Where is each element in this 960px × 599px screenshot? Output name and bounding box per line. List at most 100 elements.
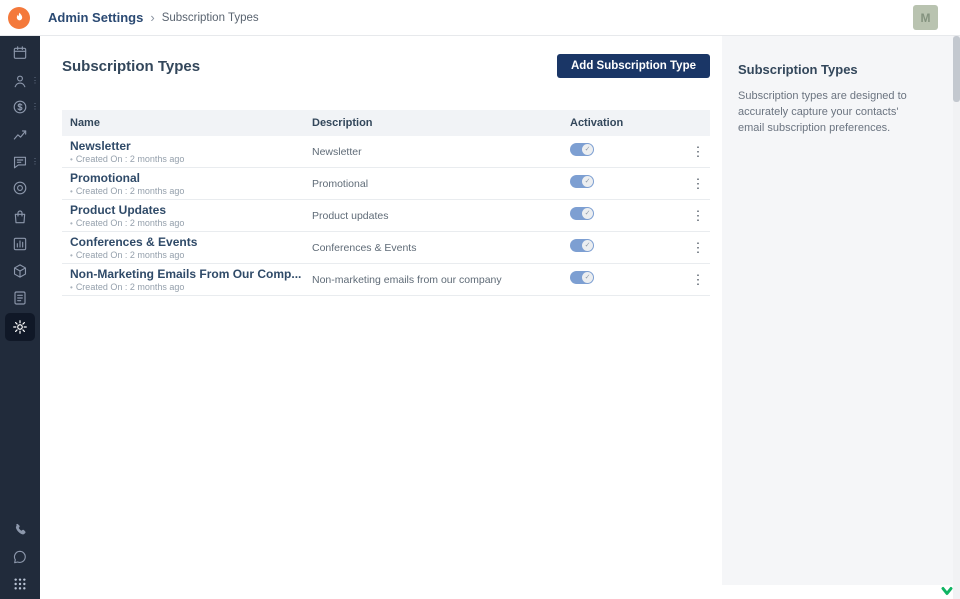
activation-toggle[interactable]: ✓	[570, 175, 594, 188]
scrollbar-thumb[interactable]	[953, 36, 960, 102]
contacts-overflow-icon[interactable]: ⋮	[31, 73, 39, 89]
breadcrumb: Admin Settings › Subscription Types	[48, 10, 259, 25]
bullet-icon: •	[70, 283, 73, 292]
sidebar-item-phone[interactable]	[7, 517, 33, 543]
app-logo[interactable]	[8, 7, 30, 29]
target-icon	[12, 180, 28, 196]
sidebar-item-package[interactable]	[7, 258, 33, 284]
name-cell: Product Updates •Created On : 2 months a…	[62, 203, 312, 228]
chat-lines-icon	[12, 154, 28, 170]
conversations-overflow-icon[interactable]: ⋮	[31, 154, 39, 170]
subscription-types-table: Name Description Activation Newsletter •…	[62, 110, 710, 296]
activation-cell: ✓	[570, 239, 686, 257]
chevron-right-icon: ›	[150, 10, 154, 25]
subscription-description: Newsletter	[312, 146, 570, 158]
apps-grid-icon	[12, 576, 28, 592]
deals-overflow-icon[interactable]: ⋮	[31, 99, 39, 115]
app-root: Admin Settings › Subscription Types M ⋮ …	[0, 0, 960, 599]
info-panel-description: Subscription types are designed to accur…	[738, 89, 927, 137]
cube-icon	[12, 263, 28, 279]
info-panel: Subscription Types Subscription types ar…	[722, 36, 953, 585]
subscription-name-link[interactable]: Conferences & Events	[70, 235, 312, 249]
created-on: •Created On : 2 months ago	[70, 218, 312, 228]
add-subscription-type-button[interactable]: Add Subscription Type	[557, 54, 710, 78]
name-cell: Non-Marketing Emails From Our Comp... •C…	[62, 267, 312, 292]
sidebar-item-reports[interactable]	[7, 231, 33, 257]
kebab-menu-button[interactable]: ⋮	[688, 176, 709, 192]
sidebar-item-chat[interactable]	[7, 544, 33, 570]
sidebar-item-contacts[interactable]	[7, 68, 33, 94]
subscription-description: Product updates	[312, 210, 570, 222]
sidebar-item-deals[interactable]	[7, 94, 33, 120]
column-header-activation: Activation	[570, 117, 686, 129]
created-on: •Created On : 2 months ago	[70, 282, 312, 292]
sidebar-item-apps[interactable]	[7, 571, 33, 597]
chevron-down-icon	[940, 584, 954, 598]
sidebar-item-calendar[interactable]	[7, 40, 33, 66]
name-cell: Promotional •Created On : 2 months ago	[62, 171, 312, 196]
created-on: •Created On : 2 months ago	[70, 250, 312, 260]
activation-toggle[interactable]: ✓	[570, 271, 594, 284]
chat-bubble-icon	[12, 549, 28, 565]
contacts-icon	[12, 73, 28, 89]
calendar-icon	[12, 45, 28, 61]
toggle-check-icon: ✓	[582, 240, 593, 251]
activation-toggle[interactable]: ✓	[570, 207, 594, 220]
gear-icon	[12, 319, 28, 335]
subscription-name-link[interactable]: Non-Marketing Emails From Our Comp...	[70, 267, 312, 281]
info-panel-title: Subscription Types	[738, 62, 927, 77]
subscription-name-link[interactable]: Newsletter	[70, 139, 312, 153]
trend-chart-icon	[12, 126, 28, 142]
sidebar-item-conversations[interactable]	[7, 149, 33, 175]
subscription-name-link[interactable]: Product Updates	[70, 203, 312, 217]
sidebar-item-analytics[interactable]	[7, 121, 33, 147]
bullet-icon: •	[70, 219, 73, 228]
phone-icon	[12, 522, 28, 538]
created-on-text: Created On : 2 months ago	[76, 282, 185, 292]
sidebar-item-notes[interactable]	[7, 285, 33, 311]
activation-cell: ✓	[570, 175, 686, 193]
sidebar-item-settings[interactable]	[5, 313, 35, 341]
sidebar-item-products[interactable]	[7, 204, 33, 230]
topbar: Admin Settings › Subscription Types M	[0, 0, 960, 36]
toggle-check-icon: ✓	[582, 208, 593, 219]
kebab-menu-button[interactable]: ⋮	[688, 240, 709, 256]
toggle-check-icon: ✓	[582, 272, 593, 283]
created-on-text: Created On : 2 months ago	[76, 154, 185, 164]
page-title: Subscription Types	[62, 58, 200, 75]
activation-toggle[interactable]: ✓	[570, 239, 594, 252]
table-header-row: Name Description Activation	[62, 110, 710, 136]
activation-toggle[interactable]: ✓	[570, 143, 594, 156]
table-row: Product Updates •Created On : 2 months a…	[62, 200, 710, 232]
name-cell: Newsletter •Created On : 2 months ago	[62, 139, 312, 164]
activation-cell: ✓	[570, 143, 686, 161]
journal-icon	[12, 290, 28, 306]
kebab-menu-button[interactable]: ⋮	[688, 144, 709, 160]
sidebar: ⋮ ⋮ ⋮	[0, 36, 40, 599]
table-row: Non-Marketing Emails From Our Comp... •C…	[62, 264, 710, 296]
flame-icon	[13, 11, 26, 24]
subscription-description: Non-marketing emails from our company	[312, 274, 570, 286]
table-row: Newsletter •Created On : 2 months ago Ne…	[62, 136, 710, 168]
column-header-description: Description	[312, 117, 570, 129]
chat-widget-launcher[interactable]	[940, 584, 954, 598]
main-content: Subscription Types Add Subscription Type…	[40, 36, 722, 599]
toggle-check-icon: ✓	[582, 176, 593, 187]
breadcrumb-current-page: Subscription Types	[162, 12, 259, 24]
bullet-icon: •	[70, 187, 73, 196]
breadcrumb-admin-settings[interactable]: Admin Settings	[48, 10, 143, 25]
created-on-text: Created On : 2 months ago	[76, 250, 185, 260]
kebab-menu-button[interactable]: ⋮	[688, 272, 709, 288]
bullet-icon: •	[70, 251, 73, 260]
user-avatar[interactable]: M	[913, 5, 938, 30]
subscription-description: Promotional	[312, 178, 570, 190]
sidebar-item-target[interactable]	[7, 175, 33, 201]
dollar-icon	[12, 99, 28, 115]
subscription-name-link[interactable]: Promotional	[70, 171, 312, 185]
page-scrollbar[interactable]	[953, 36, 960, 599]
created-on: •Created On : 2 months ago	[70, 154, 312, 164]
column-header-name: Name	[62, 117, 312, 129]
kebab-menu-button[interactable]: ⋮	[688, 208, 709, 224]
table-row: Promotional •Created On : 2 months ago P…	[62, 168, 710, 200]
created-on-text: Created On : 2 months ago	[76, 218, 185, 228]
